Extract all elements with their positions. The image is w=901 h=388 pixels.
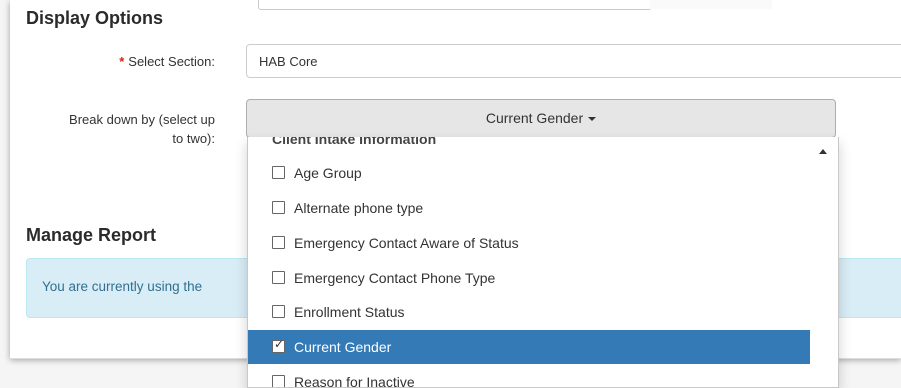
- option-alternate-phone-type[interactable]: Alternate phone type: [248, 191, 810, 225]
- option-label: Emergency Contact Phone Type: [294, 270, 496, 286]
- top-input-field[interactable]: [258, 0, 652, 10]
- checkbox[interactable]: [272, 271, 285, 285]
- option-label: Enrollment Status: [294, 304, 405, 320]
- option-label: Age Group: [294, 165, 362, 181]
- option-label: Emergency Contact Aware of Status: [294, 235, 519, 251]
- select-section-input[interactable]: HAB Core: [246, 44, 901, 78]
- checkbox[interactable]: [272, 166, 285, 180]
- option-enrollment-status[interactable]: Enrollment Status: [248, 295, 810, 329]
- breakdown-button-label: Current Gender: [485, 110, 584, 126]
- breakdown-label-line1: Break down by (select up: [69, 112, 215, 127]
- breakdown-label: Break down by (select up to two):: [20, 110, 215, 148]
- option-age-group[interactable]: Age Group: [248, 156, 810, 190]
- option-label: Alternate phone type: [294, 200, 424, 216]
- checkbox[interactable]: [272, 236, 285, 250]
- checkbox[interactable]: [272, 201, 285, 215]
- checkbox[interactable]: ✓: [272, 337, 285, 354]
- option-emergency-contact-aware[interactable]: Emergency Contact Aware of Status: [248, 226, 810, 260]
- select-section-label-text: Select Section:: [128, 54, 215, 69]
- required-marker: *: [119, 54, 125, 69]
- check-icon: ✓: [274, 337, 285, 352]
- option-current-gender[interactable]: ✓ Current Gender: [248, 330, 810, 364]
- checkbox[interactable]: [272, 375, 285, 387]
- dropdown-scrollbar[interactable]: [810, 137, 838, 387]
- select-section-label: * Select Section:: [60, 54, 215, 69]
- group-header-text: Client Intake Information: [272, 137, 437, 147]
- manage-report-title: Manage Report: [26, 225, 157, 245]
- breakdown-dropdown-button[interactable]: Current Gender: [246, 99, 836, 138]
- checkbox[interactable]: [272, 305, 285, 319]
- breakdown-label-line2: to two):: [172, 131, 215, 146]
- option-label: Current Gender: [294, 339, 392, 355]
- caret-down-icon: [588, 117, 597, 122]
- group-header: Client Intake Information: [248, 137, 810, 147]
- scroll-up-arrow-icon[interactable]: [819, 149, 827, 154]
- display-options-title: Display Options: [26, 8, 164, 28]
- option-emergency-contact-phone-type[interactable]: Emergency Contact Phone Type: [248, 261, 810, 295]
- option-reason-for-inactive[interactable]: Reason for Inactive: [248, 365, 810, 388]
- info-text: You are currently using the: [42, 279, 203, 294]
- breakdown-dropdown-menu[interactable]: Client Intake Information Age Group Alte…: [247, 137, 839, 388]
- option-label: Reason for Inactive: [294, 374, 415, 388]
- top-input-addon: [650, 0, 772, 9]
